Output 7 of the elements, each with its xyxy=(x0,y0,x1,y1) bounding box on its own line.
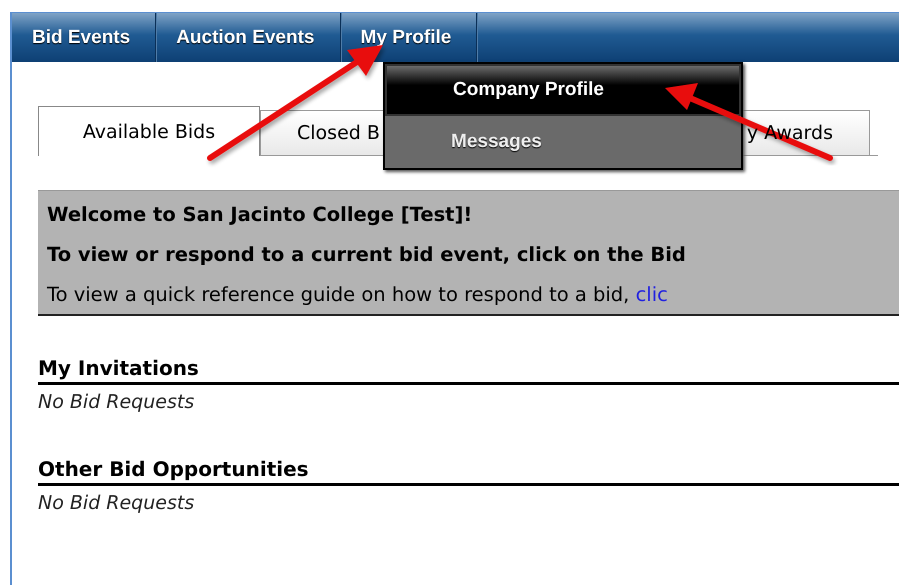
welcome-title: Welcome to San Jacinto College [Test]! xyxy=(47,203,474,226)
section-heading: Other Bid Opportunities xyxy=(38,457,899,486)
section-heading: My Invitations xyxy=(38,356,899,385)
empty-message: No Bid Requests xyxy=(38,391,196,413)
empty-message: No Bid Requests xyxy=(38,492,196,514)
instruction-text: To view or respond to a current bid event, click on the Bid xyxy=(47,243,687,266)
guide-text: To view a quick reference guide on how to respond to a bid, clic xyxy=(47,283,669,306)
